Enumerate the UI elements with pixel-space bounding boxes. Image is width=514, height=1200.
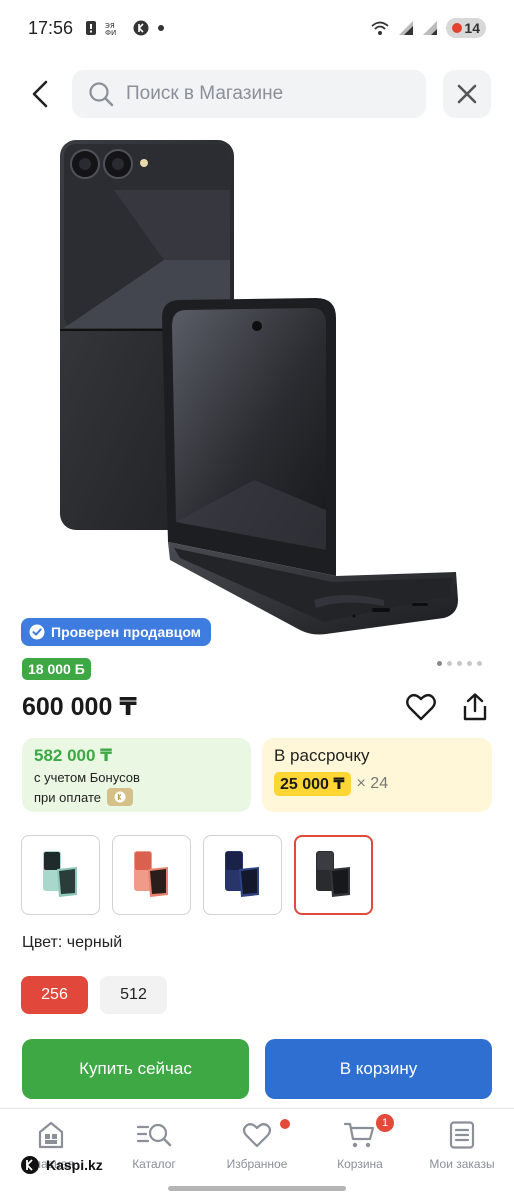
nav-item-orders[interactable]: Мои заказы <box>412 1121 512 1171</box>
installment-monthly: 25 000 ₸ <box>274 772 351 796</box>
gallery-pagination <box>437 661 482 666</box>
nav-label-cart: Корзина <box>337 1157 383 1171</box>
selected-color-label: Цвет: черный <box>22 934 123 951</box>
phone-thumb-peach <box>133 851 168 897</box>
chevron-left-icon <box>32 80 48 108</box>
gallery-dot <box>447 661 452 666</box>
battery-indicator: 14 <box>446 18 486 38</box>
bonus-price-line2: при оплате <box>34 789 101 805</box>
memory-option-512[interactable]: 512 <box>100 976 167 1014</box>
verified-label: Проверен продавцом <box>51 624 202 640</box>
status-bar: 17:56 ЭЯ ФИ 14 <box>0 0 514 56</box>
wifi-icon <box>371 21 390 35</box>
kaspi-watermark: Kaspi.kz <box>20 1155 103 1175</box>
installment-card[interactable]: В рассрочку 25 000 ₸ × 24 <box>262 738 492 812</box>
color-variants <box>21 835 373 915</box>
phone-thumb-black <box>315 851 350 897</box>
color-variant-black[interactable] <box>294 835 373 915</box>
installment-months: × 24 <box>356 775 389 792</box>
more-notifications-icon <box>158 25 165 31</box>
favorites-badge-dot <box>280 1119 290 1129</box>
phone-illustration <box>60 140 458 635</box>
battery-saver-icon <box>452 23 463 33</box>
favorite-button[interactable] <box>404 690 438 724</box>
signal-icon <box>399 21 414 35</box>
bonus-price-card[interactable]: 582 000 ₸ с учетом Бонусов при оплате <box>22 738 251 812</box>
installment-title: В рассрочку <box>274 746 370 765</box>
share-icon <box>463 693 487 721</box>
nav-item-favorites[interactable]: Избранное <box>207 1119 307 1171</box>
status-time: 17:56 <box>28 17 74 38</box>
home-icon <box>38 1121 64 1149</box>
search-icon <box>89 82 114 107</box>
memory-options: 256 512 <box>21 976 167 1014</box>
nav-item-cart[interactable]: 1 Корзина <box>310 1114 410 1171</box>
bonus-points-badge: 18 000 Б <box>22 658 91 680</box>
home-indicator[interactable] <box>168 1186 346 1191</box>
memory-option-256[interactable]: 256 <box>21 976 88 1014</box>
installment-row: 25 000 ₸ × 24 <box>274 772 480 796</box>
cart-badge: 1 <box>376 1114 394 1132</box>
buy-now-button[interactable]: Купить сейчас <box>22 1039 249 1099</box>
bonus-price-line1: с учетом Бонусов <box>34 770 140 785</box>
cart-icon <box>344 1122 375 1148</box>
search-input[interactable] <box>126 83 386 105</box>
gallery-dot <box>477 661 482 666</box>
verified-seller-badge: Проверен продавцом <box>21 618 212 646</box>
signal-2-icon <box>423 21 438 35</box>
verified-check-icon <box>29 624 45 640</box>
add-to-cart-button[interactable]: В корзину <box>265 1039 492 1099</box>
kaspi-notification-icon <box>133 20 149 36</box>
notification-icon <box>86 21 97 35</box>
catalog-search-icon <box>136 1123 172 1147</box>
kaspi-watermark-text: Kaspi.kz <box>46 1157 103 1173</box>
status-right: 14 <box>370 18 486 38</box>
bonus-price-amount: 582 000 ₸ <box>34 746 113 765</box>
bonus-price-line2-row: при оплате <box>34 788 239 806</box>
close-icon <box>457 84 477 104</box>
top-bar <box>0 68 514 120</box>
svg-text:ФИ: ФИ <box>105 29 116 36</box>
gallery-dot <box>457 661 462 666</box>
kaspi-pay-icon <box>106 788 133 806</box>
battery-level: 14 <box>464 20 480 36</box>
product-price: 600 000 ₸ <box>22 693 137 721</box>
gallery-dot <box>467 661 472 666</box>
kaspi-logo-icon <box>21 1156 39 1174</box>
phone-thumb-navy <box>224 851 259 897</box>
orders-icon <box>449 1121 475 1149</box>
nav-item-catalog[interactable]: Каталог <box>104 1121 204 1171</box>
app-notification-icon: ЭЯФИ <box>105 22 116 36</box>
close-search-button[interactable] <box>443 70 491 118</box>
color-variant-peach[interactable] <box>112 835 191 915</box>
nav-label-favorites: Избранное <box>226 1157 288 1171</box>
nav-label-catalog: Каталог <box>132 1157 176 1171</box>
nav-label-orders: Мои заказы <box>429 1157 495 1171</box>
heart-outline-icon <box>242 1123 272 1148</box>
color-variant-navy[interactable] <box>203 835 282 915</box>
product-image[interactable] <box>54 130 464 640</box>
heart-icon <box>406 693 436 721</box>
phone-thumb-mint <box>42 851 77 897</box>
gallery-dot <box>437 661 442 666</box>
share-button[interactable] <box>458 690 492 724</box>
status-left-icons: ЭЯ ФИ <box>85 20 165 36</box>
back-button[interactable] <box>22 74 58 114</box>
color-variant-mint[interactable] <box>21 835 100 915</box>
search-box[interactable] <box>72 70 426 118</box>
